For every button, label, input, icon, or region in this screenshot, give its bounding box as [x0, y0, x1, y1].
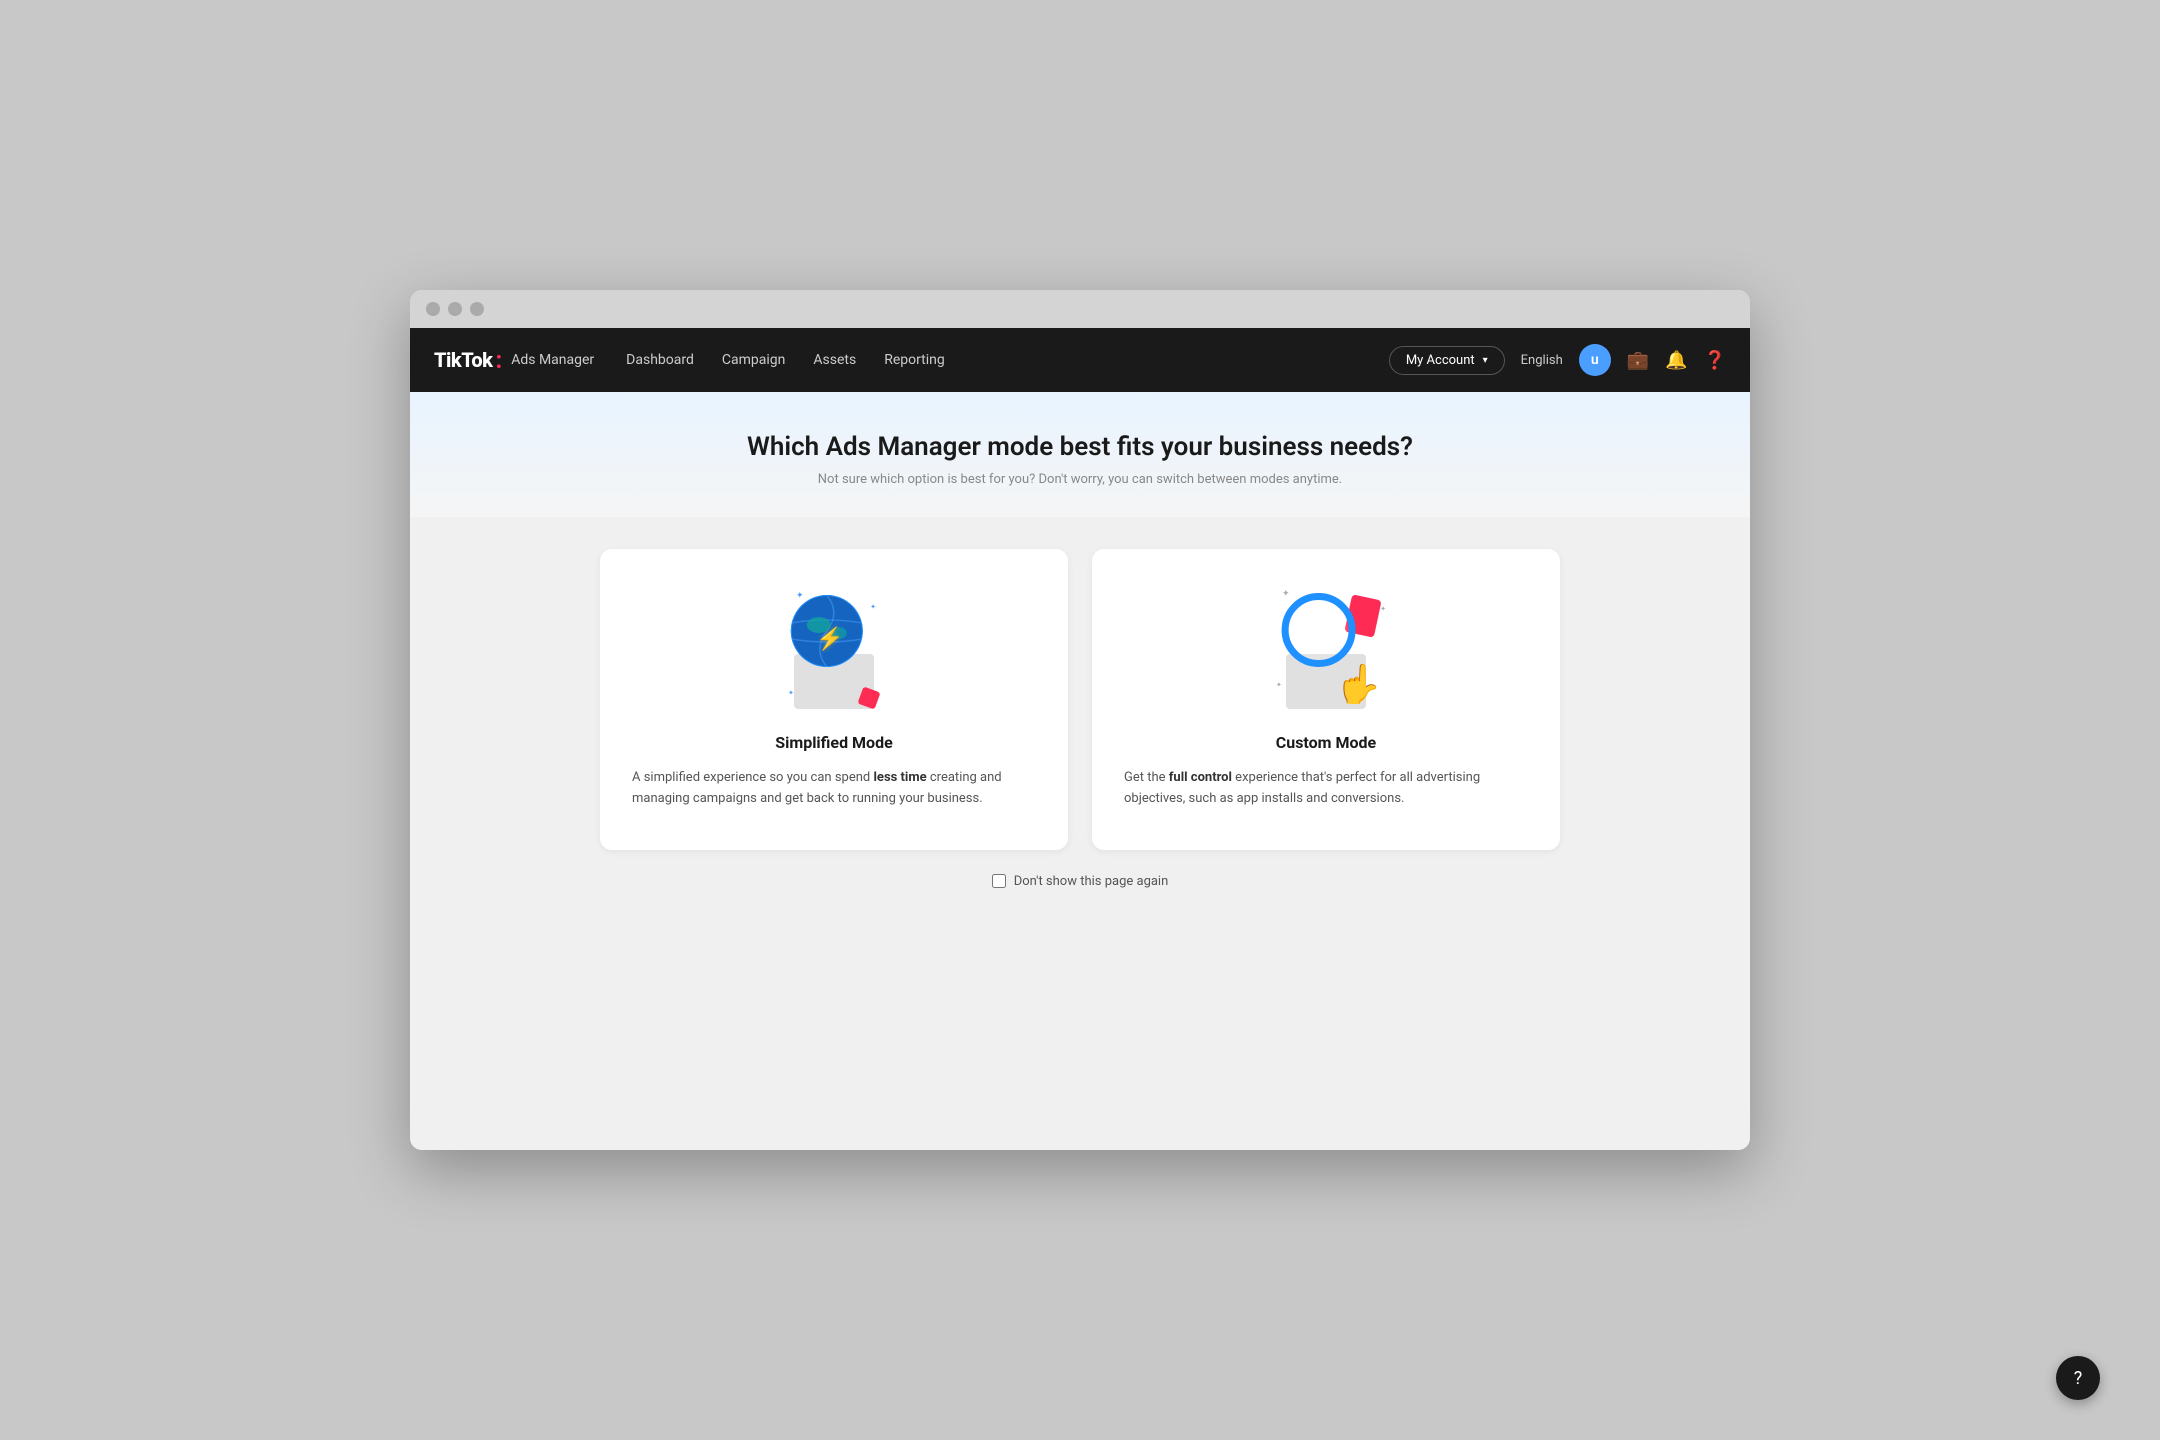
briefcase-icon[interactable]: 💼: [1627, 350, 1649, 371]
nav-reporting[interactable]: Reporting: [884, 348, 945, 372]
tiktok-dot: :: [495, 348, 502, 372]
simplified-illustration: ⚡ ✦ ✦ ✦: [774, 589, 894, 709]
simplified-mode-title: Simplified Mode: [632, 733, 1036, 752]
help-button-fixed[interactable]: ?: [2056, 1356, 2100, 1400]
my-account-label: My Account: [1406, 353, 1475, 368]
browser-window: TikTok : Ads Manager Dashboard Campaign …: [410, 290, 1750, 1150]
navbar-nav: Dashboard Campaign Assets Reporting: [626, 348, 1357, 372]
chevron-down-icon: ▾: [1483, 355, 1488, 366]
traffic-light-minimize[interactable]: [448, 302, 462, 316]
checkbox-section: Don't show this page again: [992, 874, 1169, 889]
main-content: ⚡ ✦ ✦ ✦ Simplified Mode A simplified exp…: [410, 517, 1750, 1150]
brand: TikTok : Ads Manager: [434, 348, 594, 372]
ads-manager-label: Ads Manager: [511, 352, 594, 368]
navbar: TikTok : Ads Manager Dashboard Campaign …: [410, 328, 1750, 392]
help-question-icon: ?: [2074, 1368, 2083, 1389]
custom-mode-desc: Get the full control experience that's p…: [1124, 768, 1528, 810]
tiktok-logo: TikTok :: [434, 348, 503, 372]
bell-icon[interactable]: 🔔: [1665, 350, 1687, 371]
star-5-icon: ✦: [1380, 605, 1386, 613]
nav-campaign[interactable]: Campaign: [722, 348, 785, 372]
star-1-icon: ✦: [796, 591, 804, 601]
simplified-mode-card[interactable]: ⚡ ✦ ✦ ✦ Simplified Mode A simplified exp…: [600, 549, 1068, 850]
lightning-icon: ⚡: [816, 627, 843, 652]
less-time-emphasis: less time: [873, 770, 926, 785]
custom-mode-title: Custom Mode: [1124, 733, 1528, 752]
cards-container: ⚡ ✦ ✦ ✦ Simplified Mode A simplified exp…: [600, 549, 1560, 850]
traffic-light-maximize[interactable]: [470, 302, 484, 316]
custom-mode-card[interactable]: 👆 ✦ ✦ ✦ Custom Mode Get the full control…: [1092, 549, 1560, 850]
custom-illustration: 👆 ✦ ✦ ✦: [1266, 589, 1386, 709]
traffic-light-close[interactable]: [426, 302, 440, 316]
full-control-emphasis: full control: [1169, 770, 1232, 785]
hero-subtitle: Not sure which option is best for you? D…: [434, 472, 1726, 487]
my-account-button[interactable]: My Account ▾: [1389, 346, 1505, 375]
browser-chrome: [410, 290, 1750, 328]
dont-show-label: Don't show this page again: [1014, 874, 1169, 889]
language-selector[interactable]: English: [1521, 353, 1563, 368]
star-3-icon: ✦: [788, 689, 794, 697]
star-4-icon: ✦: [1282, 589, 1290, 599]
star-6-icon: ✦: [1276, 681, 1282, 689]
nav-dashboard[interactable]: Dashboard: [626, 348, 694, 372]
dont-show-checkbox[interactable]: [992, 874, 1006, 888]
user-avatar[interactable]: u: [1579, 344, 1611, 376]
hero-section: Which Ads Manager mode best fits your bu…: [410, 392, 1750, 517]
star-2-icon: ✦: [870, 603, 876, 611]
tiktok-name: TikTok: [434, 348, 492, 372]
nav-assets[interactable]: Assets: [813, 348, 856, 372]
hero-title: Which Ads Manager mode best fits your bu…: [434, 432, 1726, 462]
help-icon[interactable]: ❓: [1704, 350, 1726, 371]
hand-pointer-icon: 👆: [1335, 663, 1382, 707]
simplified-mode-desc: A simplified experience so you can spend…: [632, 768, 1036, 810]
navbar-right: My Account ▾ English u 💼 🔔 ❓: [1389, 344, 1726, 376]
circle-ring: [1282, 593, 1356, 667]
browser-content: TikTok : Ads Manager Dashboard Campaign …: [410, 328, 1750, 1150]
